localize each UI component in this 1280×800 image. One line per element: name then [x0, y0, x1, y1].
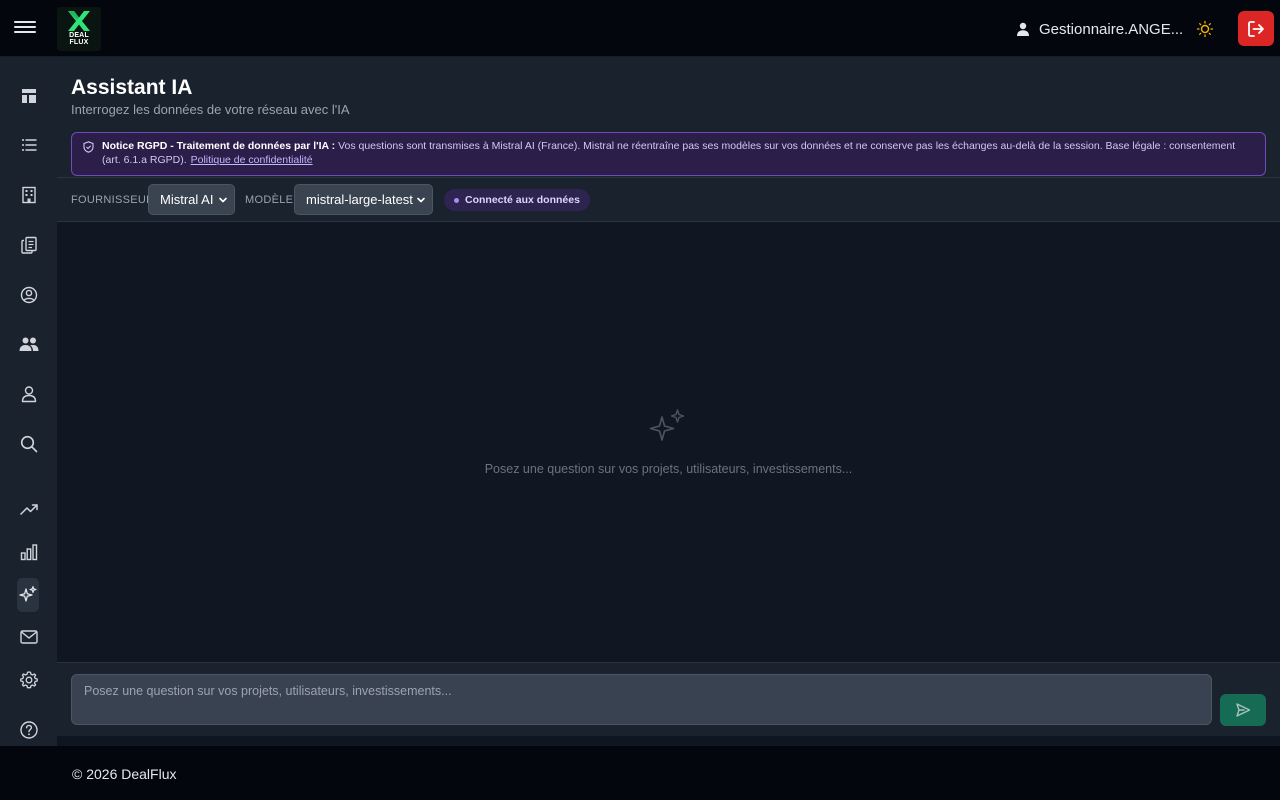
sidebar-item-search[interactable] [17, 432, 41, 456]
question-input[interactable] [71, 674, 1212, 725]
theme-toggle-button[interactable] [1195, 19, 1215, 39]
model-select[interactable]: mistral-large-latest [294, 184, 433, 215]
sidebar-item-buildings[interactable] [17, 183, 41, 207]
user-name: Gestionnaire.ANGE... [1039, 20, 1184, 38]
content-bottom-spacer [57, 736, 1280, 746]
top-bar: DEAL FLUX Gestionnaire.ANGE... [0, 0, 1280, 57]
provider-select[interactable]: Mistral AI [148, 184, 235, 215]
footer-copyright: © 2026 DealFlux [72, 766, 177, 782]
gdpr-notice: Notice RGPD - Traitement de données par … [71, 132, 1266, 176]
sparkles-icon [19, 585, 37, 602]
privacy-policy-link[interactable]: Politique de confidentialité [191, 154, 313, 166]
gear-icon [20, 671, 38, 689]
sidebar-item-statistics[interactable] [17, 540, 41, 564]
footer: © 2026 DealFlux [0, 746, 1280, 800]
shield-icon [83, 141, 94, 153]
connection-status-text: Connecté aux données [465, 194, 580, 206]
logout-icon [1248, 20, 1264, 37]
help-icon [20, 721, 38, 739]
page-header: Assistant IA Interrogez les données de v… [57, 57, 1280, 177]
user-icon [21, 386, 37, 403]
status-dot [454, 197, 459, 203]
notice-title: Notice RGPD - Traitement de données par … [102, 140, 336, 152]
page-title: Assistant IA [71, 76, 193, 99]
dashboard-icon [22, 89, 36, 103]
sidebar-item-profile[interactable] [17, 283, 41, 307]
logo-text: DEAL FLUX [69, 32, 89, 46]
dealflux-logo[interactable]: DEAL FLUX [57, 7, 101, 51]
sidebar [0, 57, 57, 746]
user-circle-icon [20, 286, 38, 304]
users-icon [19, 337, 39, 351]
menu-icon[interactable] [14, 18, 36, 38]
sidebar-item-user[interactable] [17, 382, 41, 406]
provider-label: FOURNISSEUR [71, 194, 155, 206]
provider-select-value: Mistral AI [160, 192, 214, 207]
sidebar-item-list[interactable] [17, 133, 41, 157]
bar-chart-icon [20, 544, 38, 561]
documents-icon [21, 236, 37, 254]
mail-icon [20, 630, 38, 644]
user-menu[interactable]: Gestionnaire.ANGE... [1016, 19, 1183, 39]
empty-state-text: Posez une question sur vos projets, util… [484, 462, 853, 476]
list-icon [22, 139, 37, 151]
sidebar-item-settings[interactable] [17, 668, 41, 692]
user-icon [1017, 22, 1029, 36]
composer [57, 662, 1280, 736]
sun-icon [1196, 20, 1214, 38]
chevron-down-icon [219, 197, 227, 202]
model-toolbar: FOURNISSEUR Mistral AI MODÈLE mistral-la… [57, 177, 1280, 222]
model-label: MODÈLE [245, 194, 294, 206]
chat-area: Posez une question sur vos projets, util… [57, 222, 1280, 662]
sidebar-item-dashboard[interactable] [17, 84, 41, 108]
sidebar-item-messages[interactable] [17, 625, 41, 649]
sidebar-item-help[interactable] [17, 718, 41, 742]
sidebar-item-users[interactable] [17, 332, 41, 356]
building-icon [22, 186, 36, 204]
send-button[interactable] [1220, 694, 1266, 726]
sidebar-item-trends[interactable] [17, 497, 41, 521]
search-icon [20, 435, 38, 453]
logo-mark [68, 11, 90, 31]
chevron-down-icon [417, 197, 425, 202]
connection-status-badge: Connecté aux données [444, 189, 590, 211]
sidebar-item-assistant-ia[interactable] [17, 578, 39, 612]
logout-button[interactable] [1238, 11, 1274, 46]
page-subtitle: Interrogez les données de votre réseau a… [71, 102, 350, 117]
trending-up-icon [20, 504, 38, 515]
sidebar-item-documents[interactable] [17, 233, 41, 257]
model-select-value: mistral-large-latest [306, 192, 413, 207]
send-icon [1236, 703, 1251, 717]
sparkles-icon [649, 409, 685, 441]
